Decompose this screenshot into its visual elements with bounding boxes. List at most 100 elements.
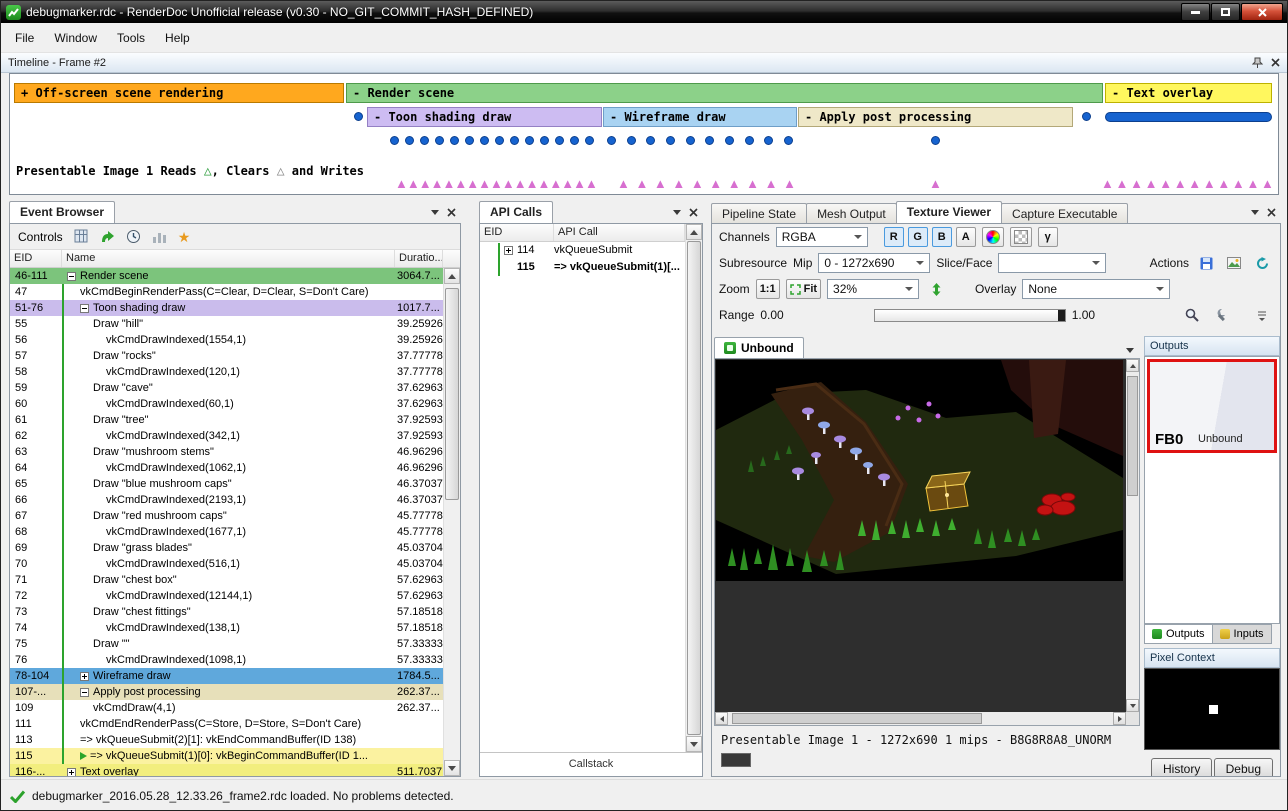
- timeline-marker-toon[interactable]: - Toon shading draw: [367, 107, 602, 127]
- draw-call-dot[interactable]: [607, 136, 616, 145]
- channel-g-button[interactable]: G: [908, 227, 928, 247]
- draw-call-dot[interactable]: [420, 136, 429, 145]
- timeline-marker-text-overlay[interactable]: - Text overlay: [1105, 83, 1272, 103]
- maximize-button[interactable]: [1211, 3, 1240, 21]
- timeline-marker-postproc[interactable]: - Apply post processing: [798, 107, 1073, 127]
- draw-call-dot[interactable]: [666, 136, 675, 145]
- grid-icon[interactable]: [74, 229, 89, 244]
- event-row[interactable]: 59Draw "cave"37.62963: [10, 380, 443, 396]
- tab-inputs[interactable]: Inputs: [1212, 624, 1272, 644]
- range-slider[interactable]: [874, 309, 1066, 322]
- draw-call-dot[interactable]: [405, 136, 414, 145]
- scroll-thumb[interactable]: [687, 241, 701, 735]
- tab-unbound-texture[interactable]: Unbound: [714, 337, 804, 358]
- scroll-thumb[interactable]: [1127, 376, 1138, 496]
- tab-api-calls[interactable]: API Calls: [479, 201, 553, 223]
- minimize-button[interactable]: [1181, 3, 1210, 21]
- collapse-icon[interactable]: [80, 304, 89, 313]
- scroll-down-button[interactable]: [686, 736, 702, 752]
- event-row[interactable]: 67Draw "red mushroom caps"45.77778: [10, 508, 443, 524]
- write-marker-icon[interactable]: ▲: [765, 177, 778, 190]
- event-row[interactable]: 57Draw "rocks"37.77778: [10, 348, 443, 364]
- draw-call-dot[interactable]: [495, 136, 504, 145]
- draw-call-dot[interactable]: [435, 136, 444, 145]
- event-row[interactable]: 61Draw "tree"37.92593: [10, 412, 443, 428]
- expand-icon[interactable]: [67, 768, 76, 777]
- save-texture-button[interactable]: [1195, 253, 1217, 273]
- write-marker-icon[interactable]: ▲: [617, 177, 630, 190]
- draw-call-dot[interactable]: [555, 136, 564, 145]
- texture-vertical-scrollbar[interactable]: [1126, 359, 1139, 712]
- texture-horizontal-scrollbar[interactable]: [715, 712, 1126, 725]
- event-row[interactable]: 46-111Render scene3064.7...: [10, 268, 443, 284]
- autofit-range-button[interactable]: [1209, 305, 1231, 325]
- panel-close-icon[interactable]: [447, 208, 456, 217]
- flip-y-button[interactable]: [925, 279, 947, 299]
- scroll-down-button[interactable]: [444, 760, 460, 776]
- event-row[interactable]: 47vkCmdBeginRenderPass(C=Clear, D=Clear,…: [10, 284, 443, 300]
- event-row[interactable]: 55Draw "hill"39.25926: [10, 316, 443, 332]
- scroll-thumb[interactable]: [732, 713, 982, 724]
- write-marker-icon[interactable]: ▲: [1217, 177, 1230, 190]
- event-row[interactable]: 58vkCmdDrawIndexed(120,1)37.77778: [10, 364, 443, 380]
- menu-file[interactable]: File: [5, 26, 44, 50]
- gamma-button[interactable]: γ: [1038, 227, 1058, 247]
- collapse-icon[interactable]: [80, 688, 89, 697]
- draw-call-dot[interactable]: [784, 136, 793, 145]
- draw-call-dot[interactable]: [931, 136, 940, 145]
- tab-outputs[interactable]: Outputs: [1144, 624, 1213, 644]
- tab-event-browser[interactable]: Event Browser: [9, 201, 115, 223]
- event-row[interactable]: 70vkCmdDrawIndexed(516,1)45.03704: [10, 556, 443, 572]
- draw-call-dot[interactable]: [764, 136, 773, 145]
- mip-select[interactable]: 0 - 1272x690: [818, 253, 930, 273]
- draw-call-dot[interactable]: [745, 136, 754, 145]
- draw-call-dot[interactable]: [646, 136, 655, 145]
- time-actions-clock-icon[interactable]: [126, 229, 141, 244]
- draw-call-dot[interactable]: [1082, 112, 1091, 121]
- texture-tab-list-icon[interactable]: [1126, 348, 1134, 353]
- fit-button[interactable]: Fit: [786, 279, 821, 299]
- column-header[interactable]: EID: [10, 250, 62, 267]
- write-marker-icon[interactable]: ▲: [728, 177, 741, 190]
- panel-menu-icon[interactable]: [431, 210, 439, 215]
- draw-call-dot[interactable]: [465, 136, 474, 145]
- tab-capture-executable[interactable]: Capture Executable: [1001, 203, 1128, 223]
- draw-call-dot[interactable]: [540, 136, 549, 145]
- timeline-marker-offscreen[interactable]: + Off-screen scene rendering: [14, 83, 344, 103]
- event-row[interactable]: 116-...Text overlay511.7037: [10, 764, 443, 776]
- write-marker-icon[interactable]: ▲: [1130, 177, 1143, 190]
- event-row[interactable]: 69Draw "grass blades"45.03704: [10, 540, 443, 556]
- draw-call-dot[interactable]: [725, 136, 734, 145]
- draw-call-dot[interactable]: [390, 136, 399, 145]
- event-row[interactable]: 73Draw "chest fittings"57.18518: [10, 604, 443, 620]
- tab-mesh-output[interactable]: Mesh Output: [806, 203, 897, 223]
- collapse-icon[interactable]: [67, 272, 76, 281]
- tab-texture-viewer[interactable]: Texture Viewer: [896, 201, 1002, 223]
- event-row[interactable]: 78-104Wireframe draw1784.5...: [10, 668, 443, 684]
- range-max-handle[interactable]: [1058, 310, 1065, 321]
- write-marker-icon[interactable]: ▲: [1246, 177, 1259, 190]
- scroll-up-button[interactable]: [686, 224, 702, 240]
- event-row[interactable]: 65Draw "blue mushroom caps"46.37037: [10, 476, 443, 492]
- open-texture-list-button[interactable]: [1223, 253, 1245, 273]
- event-row[interactable]: 107-...Apply post processing262.37...: [10, 684, 443, 700]
- channel-r-button[interactable]: R: [884, 227, 904, 247]
- timeline[interactable]: + Off-screen scene rendering - Render sc…: [9, 73, 1279, 195]
- draw-call-dot[interactable]: [705, 136, 714, 145]
- event-row[interactable]: 51-76Toon shading draw1017.7...: [10, 300, 443, 316]
- draw-call-dot[interactable]: [570, 136, 579, 145]
- write-marker-icon[interactable]: ▲: [746, 177, 759, 190]
- toolbar-overflow-button[interactable]: [1251, 305, 1273, 325]
- close-button[interactable]: [1241, 3, 1283, 21]
- pixel-context-view[interactable]: [1144, 668, 1280, 750]
- event-row[interactable]: 75Draw ""57.33333: [10, 636, 443, 652]
- panel-close-icon[interactable]: [689, 208, 698, 217]
- write-marker-icon[interactable]: ▲: [783, 177, 796, 190]
- event-row[interactable]: 66vkCmdDrawIndexed(2193,1)46.37037: [10, 492, 443, 508]
- channel-b-button[interactable]: B: [932, 227, 952, 247]
- panel-menu-icon[interactable]: [673, 210, 681, 215]
- channel-a-button[interactable]: A: [956, 227, 976, 247]
- event-row[interactable]: 111vkCmdEndRenderPass(C=Store, D=Store, …: [10, 716, 443, 732]
- zoom-range-button[interactable]: [1181, 305, 1203, 325]
- api-call-row[interactable]: 114vkQueueSubmit: [480, 242, 685, 259]
